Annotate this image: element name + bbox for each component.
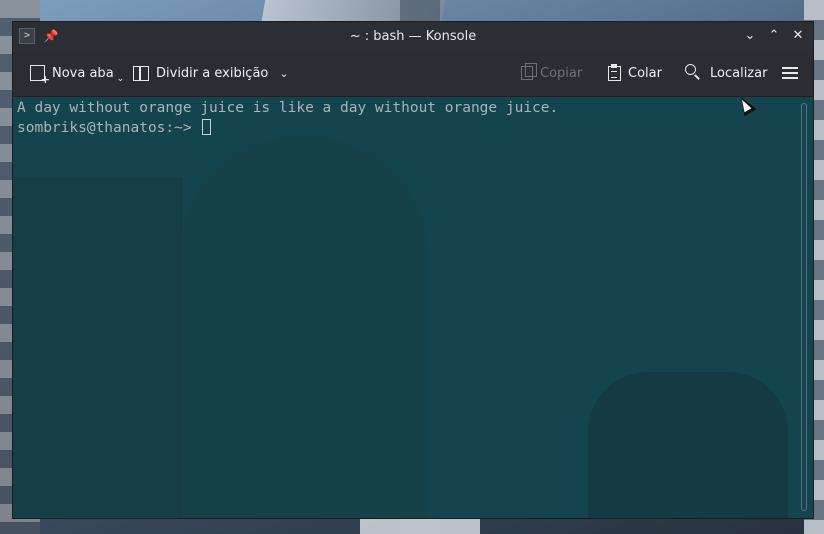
new-tab-label: Nova aba — [52, 65, 114, 81]
paste-button[interactable]: Colar — [608, 63, 662, 83]
find-button[interactable]: Localizar — [685, 63, 767, 83]
scrollbar[interactable] — [801, 103, 807, 511]
toolbar: Nova aba ⌄ Dividir a exibição ⌄ Copiar C… — [13, 51, 813, 97]
find-label: Localizar — [710, 65, 768, 81]
close-icon[interactable]: ✕ — [789, 27, 807, 45]
hamburger-menu-icon — [781, 64, 799, 82]
copy-label: Copiar — [540, 65, 583, 81]
title-bar[interactable]: > 📌 ~ : bash — Konsole ⌄ ⌃ ✕ — [13, 22, 813, 51]
chevron-up-icon[interactable]: ⌃ — [765, 27, 783, 45]
terminal-line: A day without orange juice is like a day… — [17, 100, 559, 116]
chevron-down-icon[interactable]: ⌄ — [279, 67, 288, 80]
split-view-label: Dividir a exibição — [156, 65, 269, 81]
terminal-prompt: sombriks@thanatos:~> — [17, 119, 201, 136]
window-title: ~ : bash — Konsole — [349, 29, 477, 44]
copy-icon — [521, 63, 537, 80]
search-icon — [685, 64, 703, 82]
konsole-window: > 📌 ~ : bash — Konsole ⌄ ⌃ ✕ Nova aba ⌄ … — [12, 21, 814, 519]
new-tab-button[interactable]: Nova aba ⌄ — [30, 63, 125, 86]
paste-icon — [608, 63, 621, 81]
chevron-down-icon[interactable]: ⌄ — [741, 27, 759, 45]
terminal-view[interactable]: A day without orange juice is like a day… — [13, 97, 813, 518]
copy-button[interactable]: Copiar — [521, 63, 582, 83]
wallpaper-shadow — [13, 177, 183, 517]
split-view-icon — [133, 65, 149, 81]
split-view-button[interactable]: Dividir a exibição ⌄ — [133, 63, 289, 83]
hamburger-menu-button[interactable] — [781, 63, 799, 83]
paste-label: Colar — [628, 65, 662, 81]
new-tab-icon — [30, 65, 50, 86]
terminal-output: A day without orange juice is like a day… — [17, 99, 558, 138]
text-cursor — [202, 118, 212, 135]
dropdown-caret-icon[interactable]: ⌄ — [117, 74, 125, 84]
wallpaper-shadow — [588, 372, 788, 518]
wallpaper-shadow — [178, 137, 428, 518]
